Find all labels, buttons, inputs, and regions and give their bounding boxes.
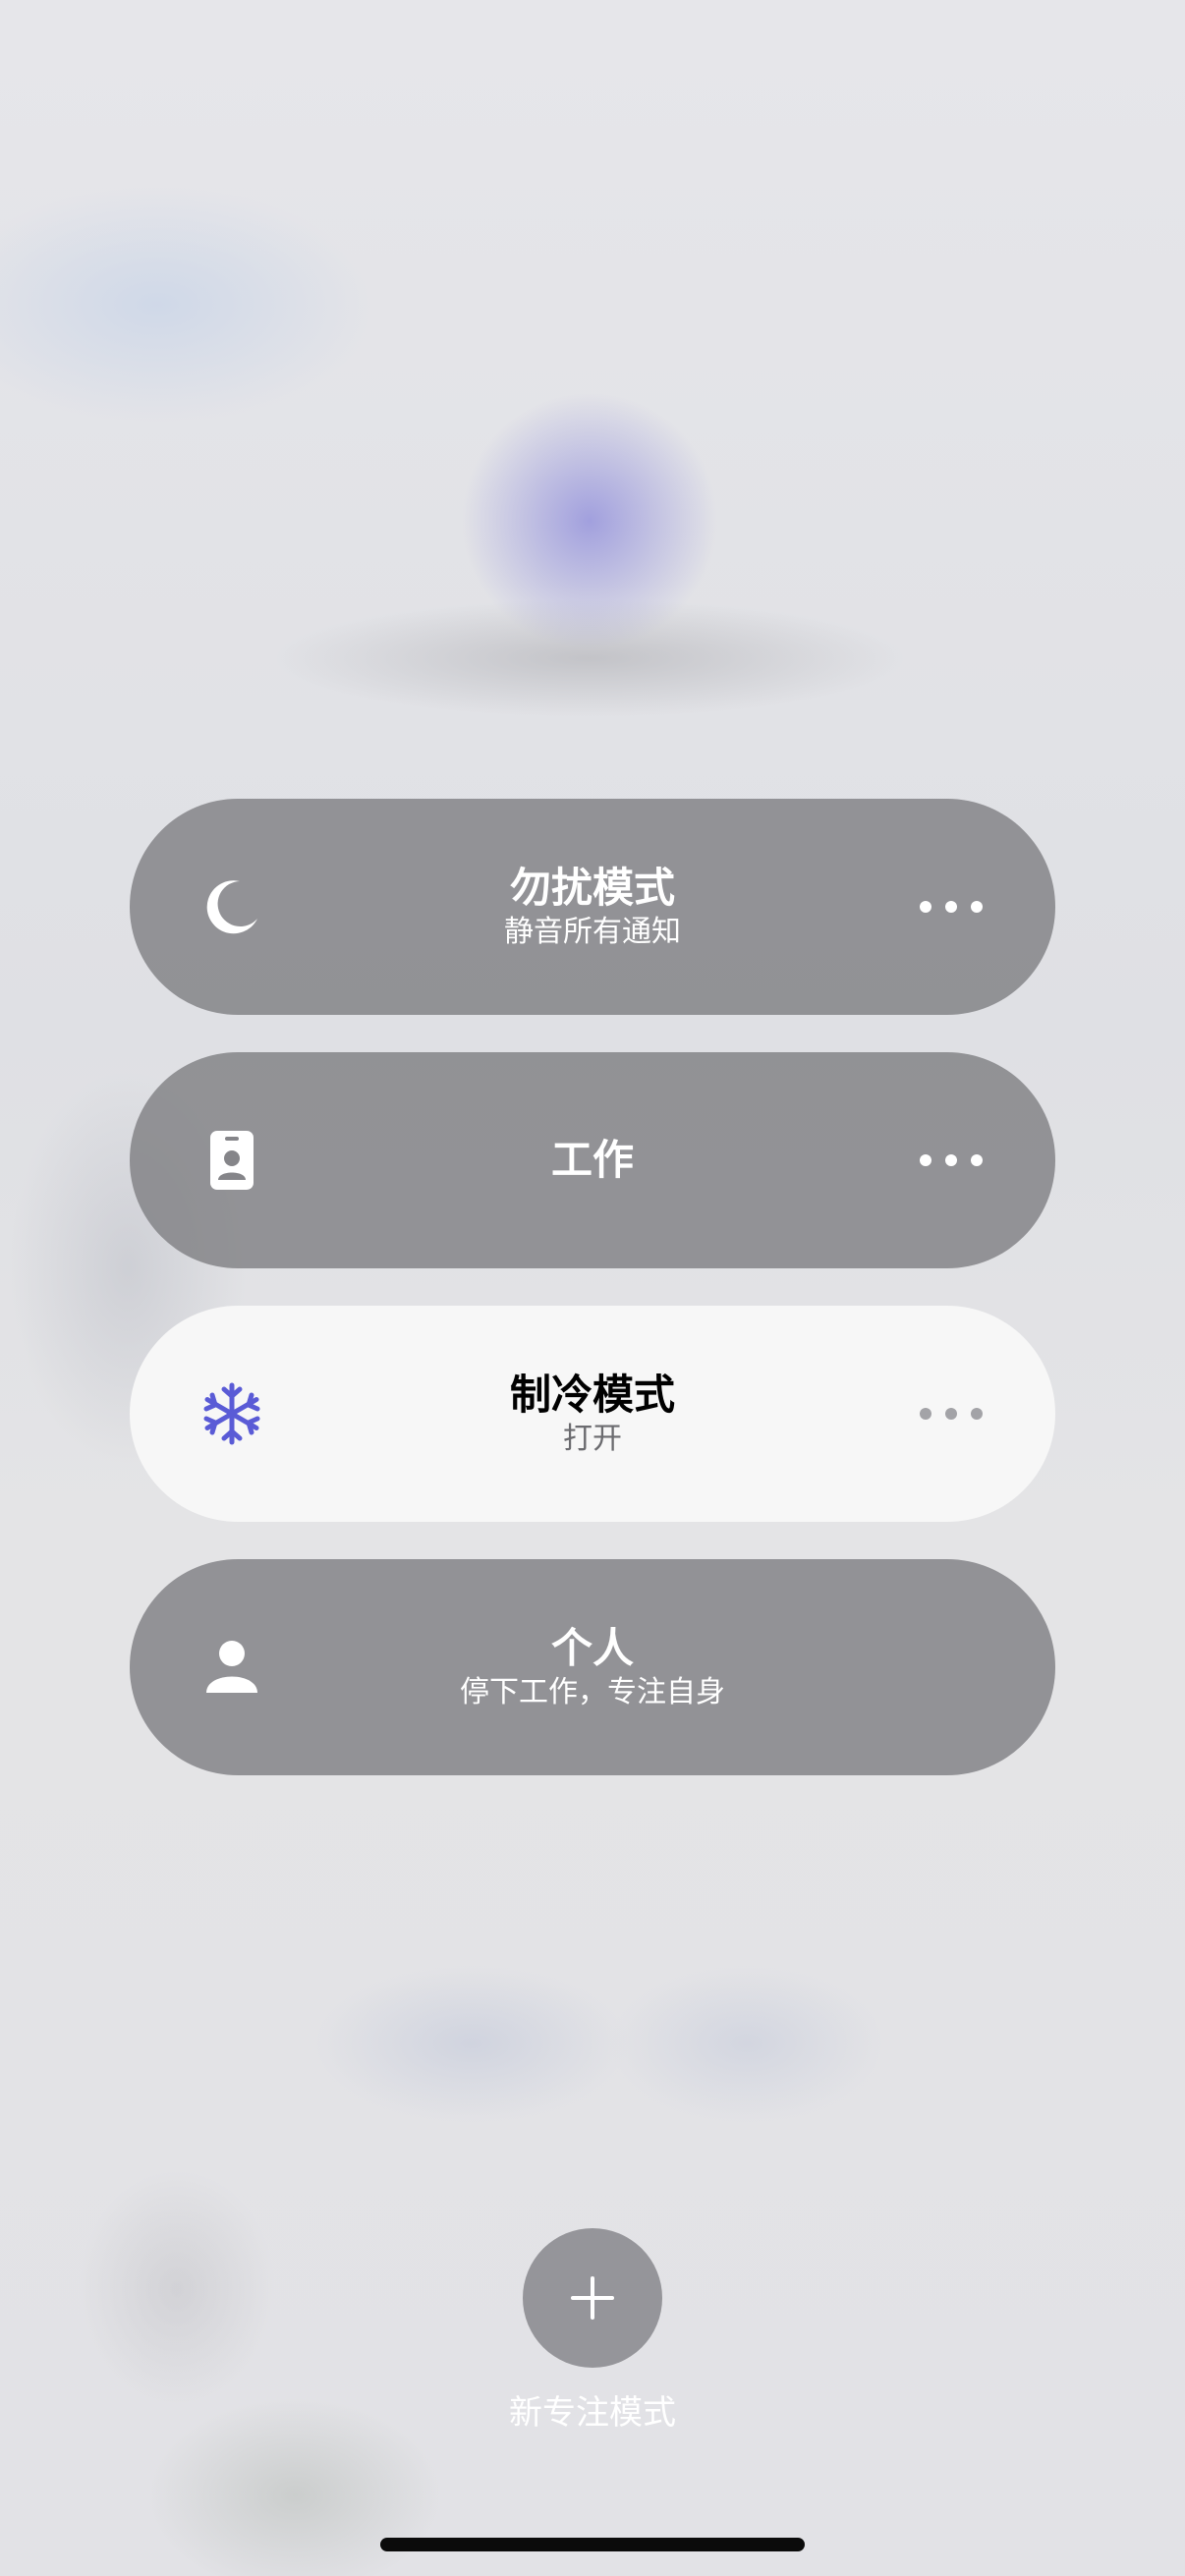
- mode-text: 个人 停下工作，专注自身: [307, 1559, 878, 1775]
- more-options-button[interactable]: [920, 895, 983, 919]
- mode-subtitle: 停下工作，专注自身: [460, 1675, 725, 1709]
- dot: [920, 901, 931, 913]
- moon-icon: [200, 875, 263, 938]
- dot: [920, 1154, 931, 1166]
- dot: [945, 1408, 957, 1420]
- mode-text: 工作: [307, 1052, 878, 1268]
- plus-icon: [571, 2276, 614, 2320]
- dot: [920, 1408, 931, 1420]
- dot: [971, 1154, 983, 1166]
- dot: [945, 1154, 957, 1166]
- new-focus-button[interactable]: [523, 2228, 662, 2368]
- home-indicator[interactable]: [380, 2538, 805, 2551]
- mode-title: 工作: [550, 1136, 634, 1184]
- focus-mode-cooling[interactable]: 制冷模式 打开: [130, 1306, 1055, 1522]
- focus-mode-do-not-disturb[interactable]: 勿扰模式 静音所有通知: [130, 799, 1055, 1015]
- person-icon: [200, 1636, 263, 1699]
- dot: [945, 901, 957, 913]
- mode-title: 勿扰模式: [509, 864, 675, 912]
- mode-title: 个人: [550, 1624, 634, 1672]
- focus-mode-personal[interactable]: 个人 停下工作，专注自身: [130, 1559, 1055, 1775]
- mode-title: 制冷模式: [509, 1371, 675, 1419]
- mode-text: 制冷模式 打开: [307, 1306, 878, 1522]
- dot: [971, 1408, 983, 1420]
- id-badge-icon: [200, 1129, 263, 1192]
- mode-subtitle: 静音所有通知: [504, 915, 681, 949]
- focus-mode-work[interactable]: 工作: [130, 1052, 1055, 1268]
- new-focus-label[interactable]: 新专注模式: [396, 2391, 789, 2435]
- focus-mode-list: 勿扰模式 静音所有通知 工作 制冷模式 打开 个人 停下工作，专注自身: [130, 799, 1055, 1813]
- snowflake-icon: [200, 1382, 263, 1445]
- more-options-button[interactable]: [920, 1148, 983, 1172]
- dot: [971, 901, 983, 913]
- mode-text: 勿扰模式 静音所有通知: [307, 799, 878, 1015]
- more-options-button[interactable]: [920, 1402, 983, 1426]
- mode-status: 打开: [563, 1422, 622, 1456]
